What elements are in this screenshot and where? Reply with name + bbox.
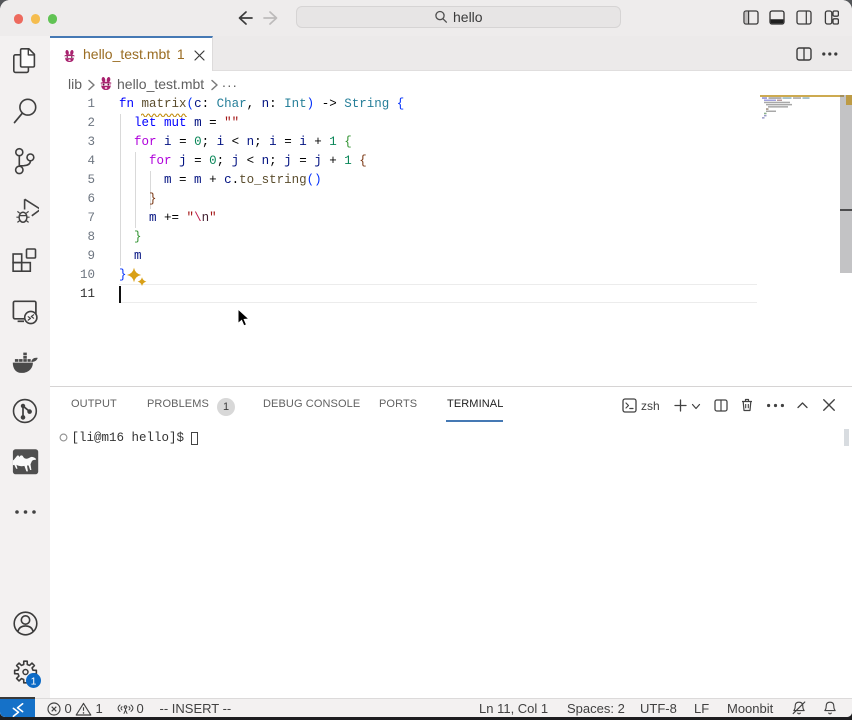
- svg-text:1: 1: [31, 675, 37, 687]
